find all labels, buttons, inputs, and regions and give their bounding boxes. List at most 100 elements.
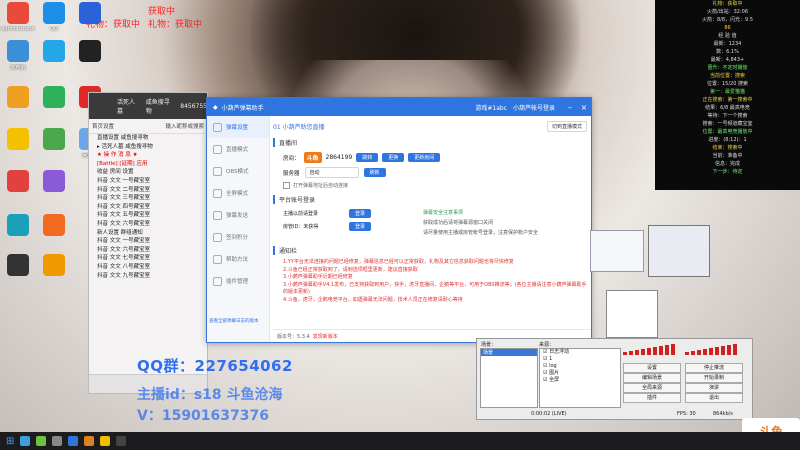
volume-meter[interactable] bbox=[685, 343, 743, 355]
source-item[interactable]: ☑ 日志浮动 bbox=[540, 349, 620, 356]
admin-login-button[interactable]: 登录 bbox=[349, 222, 372, 231]
source-item[interactable]: ☑ 全屏 bbox=[540, 377, 620, 384]
sidebar-item[interactable]: 插件管理 bbox=[207, 270, 269, 292]
host-login-button[interactable]: 登录 bbox=[349, 209, 372, 218]
taskbar-app-icon[interactable] bbox=[68, 436, 79, 446]
chat-row[interactable]: 抖音 文文 九号藏宝室 bbox=[89, 272, 207, 281]
chat-row[interactable]: 新人设置 群组通知 bbox=[89, 229, 207, 238]
host-id-watermark: 主播id：s18 斗鱼沧海 bbox=[137, 387, 283, 403]
change-button[interactable]: 更换 bbox=[382, 153, 405, 162]
sources-list[interactable]: ☑ 日志浮动 ☑ 1 ☑ log ☑ 图片 ☑ 全屏 bbox=[539, 348, 621, 408]
login-button[interactable]: 小葫芦帐号登录 bbox=[513, 103, 555, 112]
desktop-icon[interactable]: 此电脑 bbox=[0, 40, 36, 71]
desktop-icon[interactable] bbox=[0, 214, 36, 238]
server-select[interactable]: 自动 bbox=[304, 167, 359, 178]
taskbar-app-icon[interactable] bbox=[52, 436, 63, 446]
desktop-icon[interactable] bbox=[36, 40, 72, 64]
auto-connect-checkbox[interactable] bbox=[283, 182, 290, 189]
start-icon[interactable]: ⊞ bbox=[6, 436, 14, 447]
desktop-icon[interactable] bbox=[0, 86, 36, 110]
desktop-icon[interactable]: QQ bbox=[36, 2, 72, 32]
obs-button[interactable]: 停止推流 bbox=[685, 363, 743, 373]
desktop-icon[interactable]: Administrator bbox=[0, 2, 36, 32]
desktop-icon[interactable] bbox=[0, 254, 36, 278]
danmu-helper-window: ◆ 小葫芦弹幕助手 游戏#1abc 小葫芦帐号登录 – × 弹幕设置 直播模式 OB… bbox=[206, 97, 592, 343]
desktop-icon[interactable] bbox=[36, 214, 72, 238]
scenes-list[interactable]: 场景 bbox=[480, 348, 538, 408]
new-version-link[interactable]: 发现新版本 bbox=[313, 333, 338, 340]
obs-button[interactable]: 设置 bbox=[623, 363, 681, 373]
overlay-line: 位置：最高电竞播放中 bbox=[702, 129, 753, 135]
desktop-icon[interactable] bbox=[72, 40, 108, 64]
source-item[interactable]: ☑ 图片 bbox=[540, 370, 620, 377]
app-icon bbox=[79, 2, 101, 24]
thumbnail-window bbox=[590, 230, 644, 272]
sidebar-item[interactable]: OBS模式 bbox=[207, 160, 269, 182]
desktop-icon[interactable] bbox=[36, 170, 72, 194]
desktop-icon[interactable] bbox=[72, 2, 108, 26]
chat-search[interactable]: 输入昵称或搜索 bbox=[165, 122, 204, 130]
sidebar-item-label: 签到积分 bbox=[226, 235, 249, 241]
taskbar-app-icon[interactable] bbox=[84, 436, 95, 446]
meter-bar bbox=[635, 350, 639, 355]
obs-button[interactable]: 开始录制 bbox=[685, 373, 743, 383]
switch-mode-button[interactable]: 切到直播模式 bbox=[546, 121, 587, 132]
chat-row[interactable]: 抖音 文文 六号藏宝室 bbox=[89, 246, 207, 255]
sidebar-item[interactable]: 弹幕设置 bbox=[207, 116, 269, 138]
scene-item[interactable]: 场景 bbox=[481, 349, 537, 356]
chat-row[interactable]: 抖音 文文 七号藏宝室 bbox=[89, 254, 207, 263]
taskbar-app-icon[interactable] bbox=[20, 436, 31, 446]
source-label: 1 bbox=[549, 356, 553, 362]
meter-bar bbox=[671, 344, 675, 355]
sidebar-item[interactable]: 弹幕发送 bbox=[207, 204, 269, 226]
qq-group-watermark: QQ群：227654062 bbox=[137, 357, 293, 375]
minimize-button[interactable]: – bbox=[563, 103, 577, 112]
refresh-button[interactable]: 刷新 bbox=[363, 168, 386, 177]
chat-row[interactable]: [Battle] [延期] 应用 bbox=[89, 160, 207, 169]
chat-row[interactable]: 抖音 文文 三号藏宝室 bbox=[89, 194, 207, 203]
chat-row[interactable]: 直播设置 咸鱼搜寻物 bbox=[89, 134, 207, 143]
chat-row[interactable]: 抖音 文文 五号藏宝室 bbox=[89, 211, 207, 220]
update-room-button[interactable]: 更新房间 bbox=[408, 153, 441, 162]
security-tips-title: 弹幕安全注意事项 bbox=[423, 210, 464, 216]
close-button[interactable]: × bbox=[577, 103, 591, 112]
chat-row[interactable]: 抖音 文文 四号藏宝室 bbox=[89, 203, 207, 212]
obs-button[interactable]: 全局来源 bbox=[623, 383, 681, 393]
taskbar-app-icon[interactable] bbox=[116, 436, 127, 446]
taskbar-app-icon[interactable] bbox=[36, 436, 47, 446]
desktop-icon[interactable] bbox=[36, 86, 72, 110]
obs-button[interactable]: 编辑场景 bbox=[623, 373, 681, 383]
app-icon bbox=[43, 170, 65, 192]
chat-row[interactable]: 收益 房间 设置 bbox=[89, 168, 207, 177]
sidebar-item[interactable]: 直播模式 bbox=[207, 138, 269, 160]
source-item[interactable]: ☑ log bbox=[540, 363, 620, 370]
chat-row[interactable]: 抖音 文文 一号藏宝室 bbox=[89, 237, 207, 246]
log-link[interactable]: 查看全部弹幕日志的版本 bbox=[207, 319, 259, 324]
sidebar-item-icon bbox=[213, 254, 222, 264]
volume-meter[interactable] bbox=[623, 343, 681, 355]
chat-row[interactable]: 抖音 文文 六号藏宝室 bbox=[89, 220, 207, 229]
chat-row[interactable]: ★ 操 作 消 息 ★ bbox=[89, 151, 207, 160]
sidebar-item[interactable]: 签到积分 bbox=[207, 226, 269, 248]
chat-dropdown[interactable]: 首页设置 bbox=[92, 122, 114, 130]
desktop-icon[interactable] bbox=[36, 254, 72, 278]
chat-row[interactable]: 抖音 文文 八号藏宝室 bbox=[89, 263, 207, 272]
overlay-line: 搜索：一号频道藏宝室 bbox=[702, 121, 753, 127]
section-notice: 通知栏 bbox=[273, 246, 587, 255]
desktop-icon[interactable] bbox=[0, 128, 36, 152]
overlay-line: 礼物：获取中 bbox=[712, 1, 743, 7]
chat-row[interactable]: 抖音 文文 二号藏宝室 bbox=[89, 186, 207, 195]
chat-row[interactable]: 抖音 文文 一号藏宝室 bbox=[89, 177, 207, 186]
taskbar-app-icon[interactable] bbox=[100, 436, 111, 446]
sidebar-item[interactable]: 帮助方法 bbox=[207, 248, 269, 270]
obs-button[interactable]: 插件 bbox=[623, 393, 681, 403]
sidebar-item[interactable]: 全屏模式 bbox=[207, 182, 269, 204]
obs-button[interactable]: 演讲 bbox=[685, 383, 743, 393]
desktop-icon[interactable] bbox=[0, 170, 36, 194]
jump-button[interactable]: 跳转 bbox=[356, 153, 379, 162]
source-item[interactable]: ☑ 1 bbox=[540, 356, 620, 363]
chat-row[interactable]: ▸ 活死人墓 咸鱼搜寻物 bbox=[89, 143, 207, 152]
obs-button[interactable]: 退出 bbox=[685, 393, 743, 403]
chat-count: 8456755 bbox=[180, 102, 207, 110]
desktop-icon[interactable] bbox=[36, 128, 72, 152]
